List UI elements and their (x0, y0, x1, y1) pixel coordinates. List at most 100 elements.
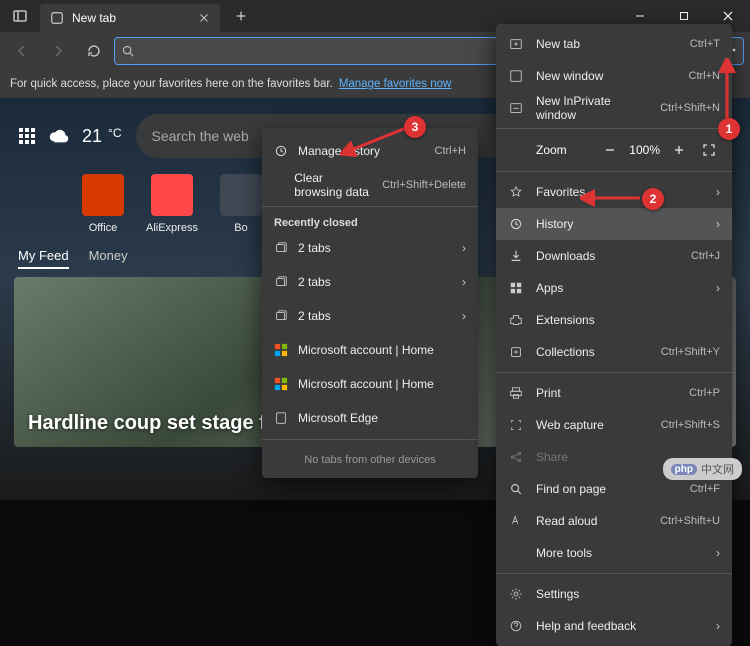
recent-item[interactable]: Microsoft account | Home (262, 367, 478, 401)
apps-icon (508, 280, 524, 296)
callout-2: 2 (642, 188, 664, 210)
menu-shortcut: Ctrl+J (691, 250, 720, 262)
recent-item[interactable]: 2 tabs › (262, 299, 478, 333)
menu-label: New InPrivate window (536, 94, 648, 122)
apps-grid-icon (18, 127, 36, 145)
search-icon (121, 44, 135, 58)
browser-main-menu: New tab Ctrl+T New windowCtrl+N New InPri… (496, 24, 732, 646)
arrow-3 (340, 124, 412, 158)
refresh-button[interactable] (78, 35, 110, 67)
zoom-in-button[interactable] (668, 139, 690, 161)
menu-new-inprivate[interactable]: New InPrivate window Ctrl+Shift+N (496, 92, 732, 124)
history-flyout: Manage history Ctrl+H Clear browsing dat… (262, 128, 478, 478)
menu-label: Collections (536, 345, 595, 359)
gear-icon (508, 586, 524, 602)
clear-browsing-data-item[interactable]: Clear browsing data Ctrl+Shift+Delete (262, 168, 478, 202)
menu-label: Settings (536, 587, 579, 601)
search-icon (508, 481, 524, 497)
menu-label: Share (536, 450, 568, 464)
history-footer: No tabs from other devices (262, 444, 478, 472)
menu-label: Extensions (536, 313, 595, 327)
menu-collections[interactable]: Collections Ctrl+Shift+Y (496, 336, 732, 368)
search-web-placeholder: Search the web (152, 128, 249, 144)
menu-zoom-row: Zoom 100% (496, 133, 732, 167)
menu-shortcut: Ctrl+T (690, 38, 720, 50)
menu-label: New tab (536, 37, 580, 51)
collections-icon (508, 344, 524, 360)
menu-label: Read aloud (536, 514, 597, 528)
feed-tab-myfeed[interactable]: My Feed (18, 248, 69, 269)
temperature-value: 21 (82, 126, 102, 147)
extensions-icon (508, 312, 524, 328)
menu-label: Zoom (508, 143, 591, 157)
menu-print[interactable]: PrintCtrl+P (496, 377, 732, 409)
menu-history[interactable]: History› (496, 208, 732, 240)
tabs-icon (274, 241, 288, 255)
menu-shortcut: Ctrl+H (435, 145, 466, 157)
menu-shortcut: Ctrl+Shift+S (661, 419, 720, 431)
recent-item[interactable]: 2 tabs › (262, 265, 478, 299)
history-icon (508, 216, 524, 232)
new-tab-button[interactable] (226, 1, 256, 31)
menu-downloads[interactable]: DownloadsCtrl+J (496, 240, 732, 272)
arrow-2 (580, 188, 646, 208)
menu-shortcut: Ctrl+Shift+Y (661, 346, 720, 358)
menu-new-tab[interactable]: New tab Ctrl+T (496, 28, 732, 60)
history-icon (274, 144, 288, 158)
menu-more-tools[interactable]: More tools› (496, 537, 732, 569)
quick-links-widget[interactable]: 21 °C (18, 125, 122, 147)
menu-label: Web capture (536, 418, 604, 432)
menu-label: Microsoft account | Home (298, 343, 434, 357)
tile-label: AliExpress (146, 222, 198, 234)
menu-web-capture[interactable]: Web capture Ctrl+Shift+S (496, 409, 732, 441)
back-button[interactable] (6, 35, 38, 67)
tile-office[interactable]: Office (82, 174, 124, 234)
menu-label: Microsoft Edge (298, 411, 378, 425)
chevron-right-icon: › (462, 309, 466, 323)
menu-label: Apps (536, 281, 563, 295)
menu-shortcut: Ctrl+F (690, 483, 720, 495)
forward-button[interactable] (42, 35, 74, 67)
menu-apps[interactable]: Apps › (496, 272, 732, 304)
tab-title: New tab (72, 11, 188, 25)
menu-label: 2 tabs (298, 275, 331, 289)
weather-cloud-icon (48, 125, 70, 147)
callout-3: 3 (404, 116, 426, 138)
recent-item[interactable]: Microsoft Edge (262, 401, 478, 435)
new-tab-icon (508, 36, 524, 52)
menu-new-window[interactable]: New windowCtrl+N (496, 60, 732, 92)
recent-item[interactable]: 2 tabs › (262, 231, 478, 265)
inprivate-icon (508, 100, 524, 116)
menu-label: 2 tabs (298, 309, 331, 323)
menu-settings[interactable]: Settings (496, 578, 732, 610)
menu-shortcut: Ctrl+N (689, 70, 720, 82)
zoom-out-button[interactable] (599, 139, 621, 161)
tile-generic[interactable]: Bo (220, 174, 262, 234)
zoom-value: 100% (629, 143, 660, 157)
menu-shortcut: Ctrl+P (689, 387, 720, 399)
menu-help[interactable]: Help and feedback› (496, 610, 732, 642)
arrow-1 (718, 58, 736, 124)
menu-label: Favorites (536, 185, 585, 199)
manage-favorites-link[interactable]: Manage favorites now (339, 78, 452, 90)
chevron-right-icon: › (462, 275, 466, 289)
menu-extensions[interactable]: Extensions (496, 304, 732, 336)
tile-aliexpress[interactable]: AliExpress (146, 174, 198, 234)
browser-tab[interactable]: New tab (40, 4, 220, 32)
star-icon (508, 184, 524, 200)
download-icon (508, 248, 524, 264)
ms-icon (274, 343, 288, 357)
tab-actions-button[interactable] (0, 0, 40, 32)
tabs-icon (274, 309, 288, 323)
menu-shortcut: Ctrl+Shift+N (660, 102, 720, 114)
temperature-unit: °C (108, 126, 121, 140)
tile-label: Office (89, 222, 118, 234)
feed-tab-money[interactable]: Money (89, 248, 128, 269)
fullscreen-button[interactable] (698, 139, 720, 161)
menu-read-aloud[interactable]: Read aloudCtrl+Shift+U (496, 505, 732, 537)
chevron-right-icon: › (462, 241, 466, 255)
page-icon (274, 411, 288, 425)
recent-item[interactable]: Microsoft account | Home (262, 333, 478, 367)
chevron-right-icon: › (716, 281, 720, 295)
close-tab-button[interactable] (196, 10, 212, 26)
